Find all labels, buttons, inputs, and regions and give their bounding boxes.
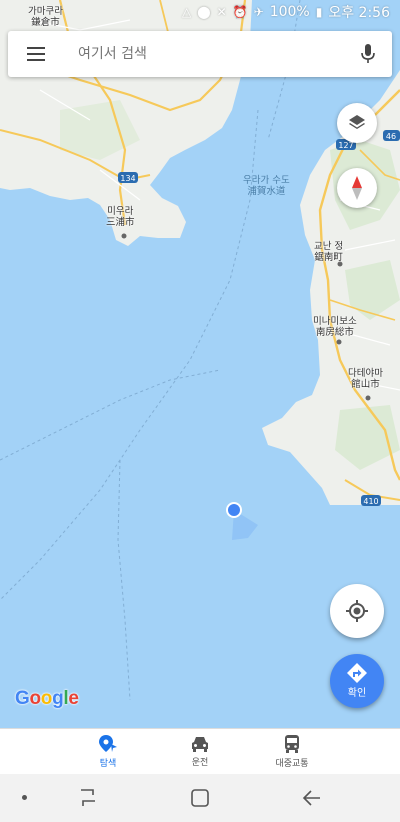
home-icon[interactable] (190, 789, 210, 807)
tab-explore[interactable]: 탐색 (62, 729, 154, 775)
car-icon (192, 737, 208, 752)
bottom-navigation: 탐색 운전 대중교통 (0, 728, 400, 775)
nav-dot (22, 795, 27, 800)
mute-icon: ✕ (216, 5, 227, 19)
road-shield-134-label: 134 (120, 174, 135, 183)
road-shield-134: 134 (118, 172, 138, 183)
road-shield-46: 46 (383, 130, 400, 141)
directions-button[interactable]: 확인 (330, 654, 384, 708)
location-icon: ⬤ (197, 5, 211, 19)
map-label-tateyama: 다테야마 館山市 (348, 368, 383, 390)
google-logo: Google (15, 688, 79, 709)
recent-apps-icon[interactable] (78, 789, 98, 807)
my-location-button[interactable] (330, 584, 384, 638)
battery-percent: 100% (269, 4, 310, 20)
tab-driving[interactable]: 운전 (154, 729, 246, 775)
road-shield-410: 410 (361, 495, 381, 506)
battery-icon: ▮ (315, 5, 323, 19)
nav-arrow-icon: △ (181, 5, 192, 19)
bus-icon (285, 735, 299, 753)
search-input[interactable] (64, 45, 344, 63)
status-bar: △ ⬤ ✕ ⏰ ✈ 100% ▮ 오후 2:56 (0, 0, 400, 24)
layers-button[interactable] (337, 103, 377, 143)
microphone-icon[interactable] (344, 31, 392, 77)
compass-icon (352, 176, 362, 200)
city-marker-miura (121, 233, 127, 239)
directions-icon (347, 663, 367, 683)
directions-label: 확인 (347, 688, 367, 699)
my-location-icon (346, 600, 368, 622)
search-bar (8, 31, 392, 77)
alarm-icon: ⏰ (232, 5, 248, 19)
compass-button[interactable] (337, 168, 377, 208)
layers-icon (349, 115, 365, 129)
my-location-dot (228, 504, 240, 516)
back-icon[interactable] (302, 789, 322, 807)
map-label-kyonan: 교난 정 鋸南町 (314, 241, 344, 263)
map-label-minamiboso: 미나미보소 南房総市 (313, 316, 357, 338)
airplane-icon: ✈ (253, 5, 264, 19)
map-label-miura: 미우라 三浦市 (106, 206, 135, 228)
road-shield-410-label: 410 (363, 497, 378, 506)
map-label-uraga-channel: 우라가 수도 浦賀水道 (243, 175, 290, 197)
hamburger-menu-icon[interactable] (8, 31, 64, 77)
tab-driving-label: 운전 (191, 758, 209, 768)
city-marker-tateyama (365, 395, 371, 401)
road-shield-46-label: 46 (386, 132, 396, 141)
status-time: 오후 2:56 (328, 5, 390, 21)
explore-pin-icon (99, 735, 117, 752)
tab-transit-label: 대중교통 (275, 759, 309, 769)
tab-explore-label: 탐색 (99, 759, 117, 769)
tab-transit[interactable]: 대중교통 (246, 729, 338, 775)
system-navigation-bar (0, 774, 400, 822)
city-marker-minamiboso (336, 339, 342, 345)
